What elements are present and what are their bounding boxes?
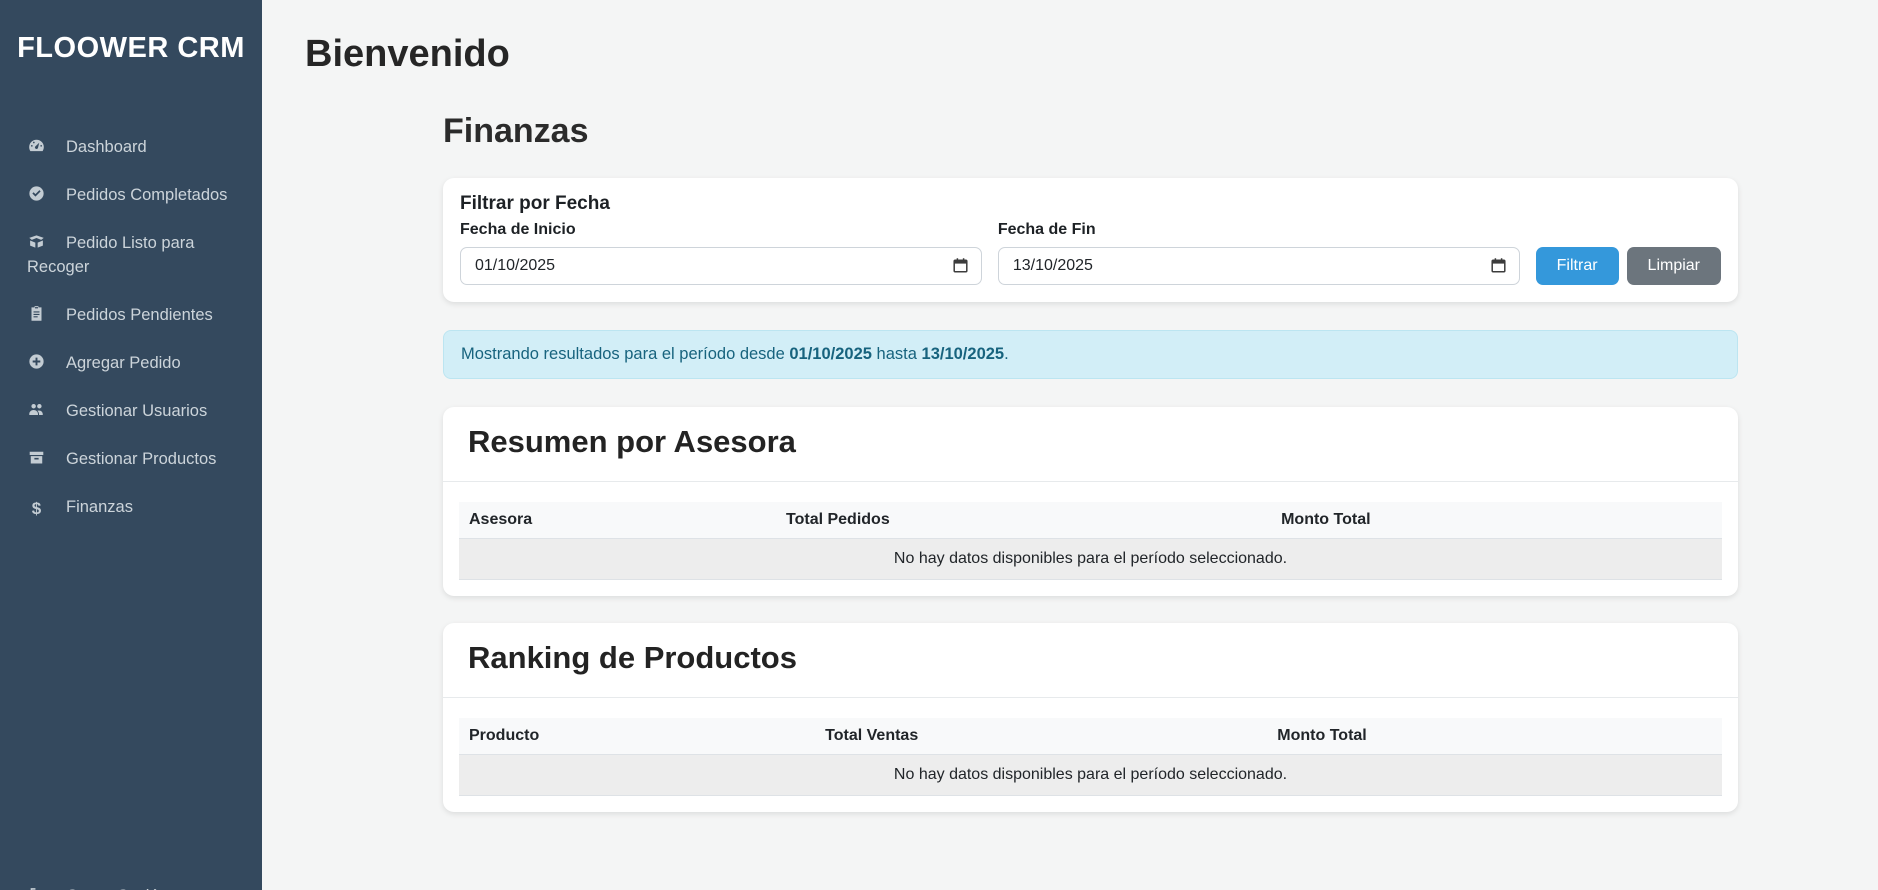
start-date-input[interactable] [460, 246, 982, 285]
box-icon [27, 449, 46, 466]
sign-out-icon [27, 886, 46, 890]
sidebar-item-label: Gestionar Usuarios [66, 402, 208, 420]
column-header-producto: Producto [459, 717, 816, 755]
check-circle-icon [27, 185, 46, 202]
clear-button[interactable]: Limpiar [1626, 246, 1722, 285]
sidebar-item-pedidos-completados[interactable]: Pedidos Completados [27, 171, 244, 219]
column-header-monto-total: Monto Total [1271, 501, 1722, 539]
sidebar-item-pedidos-pendientes[interactable]: Pedidos Pendientes [27, 291, 244, 339]
sidebar-item-finanzas[interactable]: $ Finanzas [27, 483, 244, 531]
table-empty-row: No hay datos disponibles para el período… [459, 538, 1722, 580]
page-title: Finanzas [443, 111, 589, 150]
alert-text-prefix: Mostrando resultados para el período des… [461, 344, 790, 363]
app-title: FLOOWER CRM [17, 32, 245, 64]
sidebar: FLOOWER CRM Dashboard Pedidos Completado… [0, 0, 262, 890]
sidebar-nav: Dashboard Pedidos Completados Pedido Lis… [0, 123, 262, 531]
summary-table: Asesora Total Pedidos Monto Total No hay… [459, 501, 1722, 580]
end-date-input[interactable] [997, 246, 1520, 285]
sidebar-item-label: Dashboard [66, 138, 147, 156]
clipboard-icon [27, 305, 46, 322]
gauge-icon [27, 137, 46, 154]
sidebar-item-label: Pedidos Pendientes [66, 306, 213, 324]
sidebar-item-label: Pedidos Completados [66, 186, 228, 204]
column-header-asesora: Asesora [459, 501, 776, 539]
dollar-icon: $ [31, 499, 42, 518]
filter-card: Filtrar por Fecha Fecha de Inicio Fecha … [443, 177, 1738, 302]
sidebar-item-gestionar-usuarios[interactable]: Gestionar Usuarios [27, 387, 244, 435]
start-date-label: Fecha de Inicio [460, 220, 576, 238]
calendar-icon[interactable] [952, 257, 969, 274]
users-icon [27, 401, 46, 418]
sidebar-item-pedido-listo[interactable]: Pedido Listo para Recoger [27, 219, 244, 291]
filter-row: Fecha de Inicio Fecha de Fin [460, 220, 1722, 285]
ranking-card: Ranking de Productos Producto Total Vent… [443, 622, 1738, 812]
alert-text-suffix: . [1004, 344, 1009, 363]
results-alert: Mostrando resultados para el período des… [443, 329, 1738, 379]
ranking-table-wrap: Producto Total Ventas Monto Total No hay… [443, 698, 1738, 812]
empty-message: No hay datos disponibles para el período… [459, 754, 1722, 796]
table-empty-row: No hay datos disponibles para el período… [459, 754, 1722, 796]
column-header-total-ventas: Total Ventas [815, 717, 1268, 755]
sidebar-item-gestionar-productos[interactable]: Gestionar Productos [27, 435, 244, 483]
end-date-label: Fecha de Fin [997, 220, 1096, 238]
sidebar-item-label: Pedido Listo para Recoger [27, 234, 195, 276]
ranking-title: Ranking de Productos [468, 639, 797, 675]
summary-table-wrap: Asesora Total Pedidos Monto Total No hay… [443, 482, 1738, 596]
alert-start-date: 01/10/2025 [789, 344, 872, 363]
filter-button[interactable]: Filtrar [1535, 246, 1619, 285]
summary-title: Resumen por Asesora [468, 423, 796, 459]
sidebar-item-logout[interactable]: Cerrar Sesión [27, 872, 244, 890]
start-date-field: Fecha de Inicio [460, 221, 982, 285]
column-header-monto-total: Monto Total [1267, 717, 1722, 755]
summary-card: Resumen por Asesora Asesora Total Pedido… [443, 406, 1738, 596]
sidebar-item-agregar-pedido[interactable]: Agregar Pedido [27, 339, 244, 387]
filter-title: Filtrar por Fecha [460, 192, 610, 214]
finance-container: Finanzas Filtrar por Fecha Fecha de Inic… [443, 112, 1738, 812]
sidebar-item-label: Agregar Pedido [66, 354, 181, 372]
sidebar-item-label: Finanzas [66, 498, 133, 516]
welcome-heading: Bienvenido [305, 33, 510, 75]
empty-message: No hay datos disponibles para el período… [459, 538, 1722, 580]
column-header-total-pedidos: Total Pedidos [776, 501, 1272, 539]
plus-circle-icon [27, 353, 46, 370]
end-date-field: Fecha de Fin [997, 220, 1520, 285]
alert-text-middle: hasta [871, 344, 922, 363]
table-header-row: Producto Total Ventas Monto Total [459, 717, 1722, 755]
alert-end-date: 13/10/2025 [921, 344, 1005, 363]
main-content: Bienvenido Finanzas Filtrar por Fecha Fe… [262, 0, 1878, 890]
sidebar-item-dashboard[interactable]: Dashboard [27, 123, 244, 171]
calendar-icon[interactable] [1490, 257, 1507, 274]
table-header-row: Asesora Total Pedidos Monto Total [459, 501, 1722, 539]
sidebar-item-label: Gestionar Productos [66, 450, 217, 468]
ranking-table: Producto Total Ventas Monto Total No hay… [459, 717, 1722, 796]
box-open-icon [27, 233, 46, 250]
